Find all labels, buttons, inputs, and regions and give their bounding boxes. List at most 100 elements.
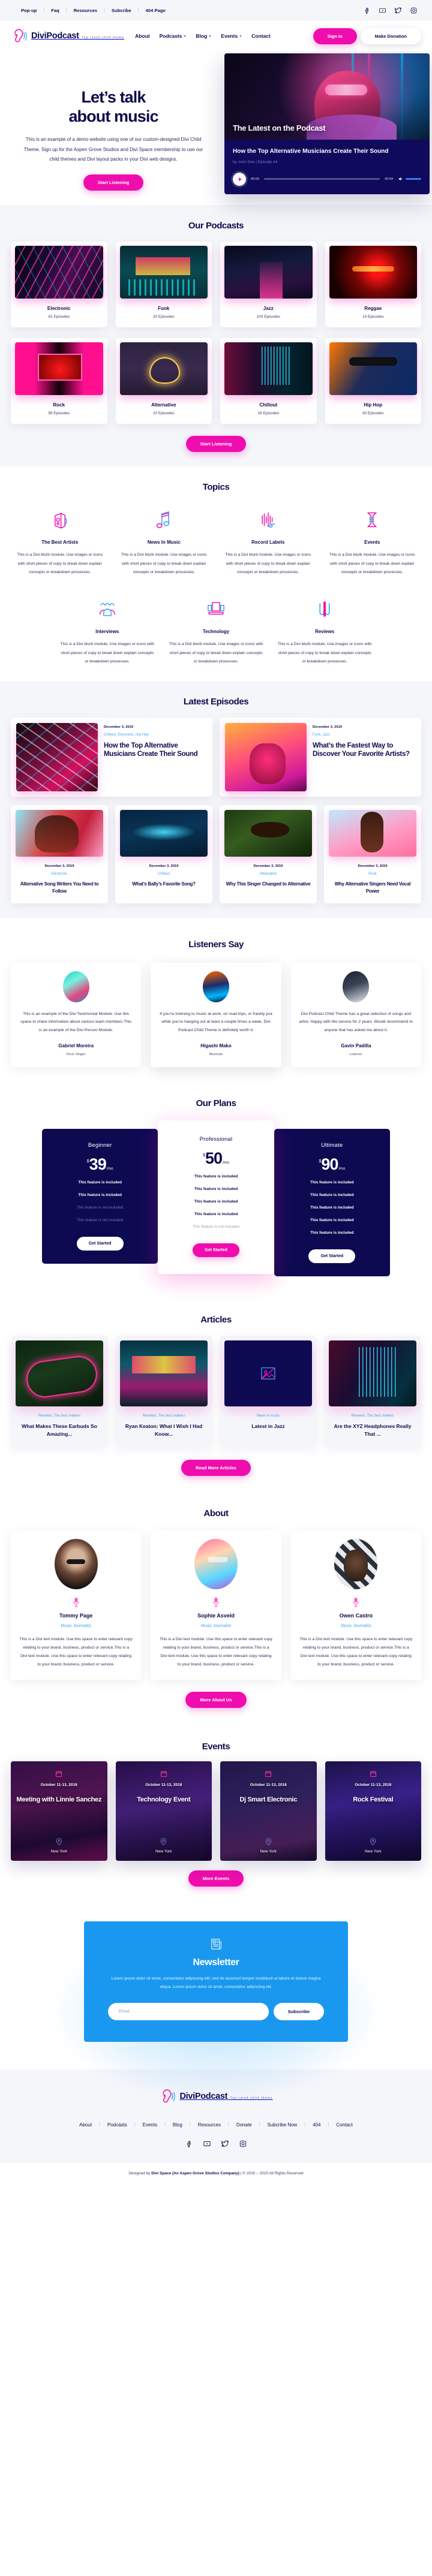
article-category[interactable]: Reviews, The best makers bbox=[120, 1414, 208, 1418]
more-events-button[interactable]: More Events bbox=[188, 1870, 244, 1887]
episode-categories[interactable]: Rock bbox=[329, 872, 416, 876]
nav-item-about[interactable]: About bbox=[130, 33, 155, 39]
play-icon[interactable] bbox=[233, 172, 246, 186]
top-link-404[interactable]: 404 Page bbox=[139, 8, 172, 13]
podcasts-cta-wrap: Start Listening bbox=[11, 436, 421, 453]
nav-item-blog[interactable]: Blog bbox=[191, 33, 216, 39]
event-card[interactable]: October 11-13, 2018 Rock Festival New Yo… bbox=[325, 1761, 421, 1861]
topic-item[interactable]: Reviews This is a Divi blurb module. Use… bbox=[274, 597, 376, 666]
volume-control[interactable] bbox=[398, 176, 421, 182]
episode-categories[interactable]: Electronic bbox=[16, 872, 103, 876]
article-title[interactable]: Latest in Jazz bbox=[224, 1423, 312, 1430]
episode-title[interactable]: How the Top Alternative Musicians Create… bbox=[104, 742, 205, 760]
facebook-icon[interactable] bbox=[363, 7, 371, 14]
article-category[interactable]: Reviews, The best makers bbox=[16, 1414, 103, 1418]
podcast-card[interactable]: Hip Hop 30 Episodes bbox=[325, 338, 421, 424]
more-about-us-button[interactable]: More About Us bbox=[185, 1692, 247, 1709]
top-link-subcribe[interactable]: Subcribe bbox=[105, 8, 138, 13]
footer-link-404[interactable]: 404 bbox=[305, 2122, 328, 2128]
person-bio: This is a Divi text module. Use this spa… bbox=[159, 1637, 273, 1667]
article-title[interactable]: Are the XYZ Headphones Really That ... bbox=[329, 1423, 416, 1438]
podcast-thumbnail bbox=[119, 246, 208, 299]
footer-link-contact[interactable]: Contact bbox=[329, 2122, 360, 2128]
start-listening-button[interactable]: Start Listening bbox=[83, 174, 144, 191]
newsletter-card: Newsletter Lorem ipsum dolor sit amet, c… bbox=[84, 1921, 348, 2042]
sign-in-button[interactable]: Sign In bbox=[313, 28, 357, 44]
email-field[interactable] bbox=[108, 2002, 269, 2020]
podcast-card[interactable]: Electronic 42 Episodes bbox=[11, 242, 107, 328]
subscribe-button[interactable]: Subscribe bbox=[273, 2002, 324, 2020]
make-donation-button[interactable]: Make Donation bbox=[360, 28, 421, 44]
episode-categories[interactable]: Chillout, Electronic, Hip Hop bbox=[104, 733, 205, 737]
article-card[interactable]: News in music Latest in Jazz bbox=[220, 1335, 317, 1448]
episode-card[interactable]: December 3, 2019 Electronic Alternative … bbox=[11, 805, 108, 903]
top-link-resources[interactable]: Resources bbox=[67, 8, 104, 13]
volume-slider[interactable] bbox=[406, 178, 421, 180]
footer-link-blog[interactable]: Blog bbox=[166, 2122, 190, 2128]
event-card[interactable]: October 11-13, 2018 Meeting with Linnie … bbox=[11, 1761, 107, 1861]
instagram-icon[interactable] bbox=[410, 7, 418, 14]
event-card[interactable]: October 11-13, 2018 Dj Smart Electronic … bbox=[220, 1761, 317, 1861]
get-started-button[interactable]: Get Started bbox=[308, 1249, 356, 1263]
instagram-icon[interactable] bbox=[239, 2140, 247, 2151]
topic-item[interactable]: Interviews This is a Divi blurb module. … bbox=[56, 597, 158, 666]
article-card[interactable]: Reviews, The best makers What Makes Thes… bbox=[11, 1335, 108, 1448]
top-link-popup[interactable]: Pop-up bbox=[14, 8, 43, 13]
topic-item[interactable]: Record Labels This is a Divi blurb modul… bbox=[219, 508, 317, 577]
episode-card[interactable]: December 3, 2019 Chillout, Electronic, H… bbox=[11, 717, 212, 797]
article-category[interactable]: Reviews, The best makers bbox=[329, 1414, 416, 1418]
episode-card[interactable]: December 3, 2019 Altrenative Why This Si… bbox=[220, 805, 317, 903]
article-title[interactable]: Ryan Keaton: What I Wish I Had Know... bbox=[120, 1423, 208, 1438]
topic-item[interactable]: Events This is a Divi blurb module. Use … bbox=[323, 508, 422, 577]
youtube-icon[interactable] bbox=[379, 7, 386, 14]
podcast-card[interactable]: Rock 56 Episodes bbox=[11, 338, 107, 424]
podcasts-start-listening-button[interactable]: Start Listening bbox=[185, 436, 247, 453]
nav-item-events[interactable]: Events bbox=[216, 33, 247, 39]
podcasts-title: Our Podcasts bbox=[188, 221, 244, 231]
footer-link-events[interactable]: Events bbox=[136, 2122, 164, 2128]
youtube-icon[interactable] bbox=[203, 2140, 211, 2151]
episode-categories[interactable]: Chillout bbox=[120, 872, 208, 876]
footer-link-subcribe-now[interactable]: Subcribe Now bbox=[260, 2122, 304, 2128]
player-progress-slider[interactable] bbox=[263, 178, 380, 180]
episode-title[interactable]: Alternative Song Writers You Need to Fol… bbox=[16, 881, 103, 895]
podcast-card[interactable]: Reggae 14 Episodes bbox=[325, 242, 421, 328]
episode-card[interactable]: December 3, 2019 Rock Why Alternative Si… bbox=[324, 805, 421, 903]
twitter-icon[interactable] bbox=[221, 2140, 229, 2151]
podcast-card[interactable]: Jazz 100 Episodes bbox=[220, 242, 317, 328]
episode-title[interactable]: Why This Singer Changed to Alternative bbox=[224, 881, 312, 888]
footer-link-about[interactable]: About bbox=[72, 2122, 99, 2128]
article-card[interactable]: Reviews, The best makers Are the XYZ Hea… bbox=[324, 1335, 421, 1448]
podcast-card[interactable]: Funk 20 Episodes bbox=[115, 242, 212, 328]
footer-link-resources[interactable]: Resources bbox=[191, 2122, 228, 2128]
logo-link[interactable]: DiviPodcast Top rated child theme bbox=[11, 27, 124, 45]
plan-period: /mo bbox=[106, 1166, 113, 1171]
episode-card[interactable]: December 3, 2019 Funk, Jazz What’s the F… bbox=[220, 717, 421, 797]
topic-item[interactable]: The Best Artists This is a Divi blurb mo… bbox=[11, 508, 109, 577]
article-category[interactable]: News in music bbox=[224, 1414, 312, 1418]
podcast-card[interactable]: Chillout 18 Episodes bbox=[220, 338, 317, 424]
top-link-faq[interactable]: Faq bbox=[44, 8, 66, 13]
podcast-card[interactable]: Alternative 20 Episodes bbox=[115, 338, 212, 424]
topic-item[interactable]: Technology This is a Divi blurb module. … bbox=[164, 597, 267, 666]
event-card[interactable]: October 11-13, 2018 Technology Event New… bbox=[115, 1761, 212, 1861]
episode-card[interactable]: December 3, 2019 Chillout What’s Bally’s… bbox=[115, 805, 212, 903]
nav-item-podcasts[interactable]: Podcasts bbox=[155, 33, 191, 39]
get-started-button[interactable]: Get Started bbox=[193, 1243, 239, 1257]
twitter-icon[interactable] bbox=[394, 7, 402, 14]
footer-link-podcasts[interactable]: Podcasts bbox=[100, 2122, 134, 2128]
footer-link-donate[interactable]: Donate bbox=[229, 2122, 259, 2128]
topic-item[interactable]: News In Music This is a Divi blurb modul… bbox=[115, 508, 214, 577]
nav-item-contact[interactable]: Contact bbox=[247, 33, 275, 39]
episode-title[interactable]: What’s the Fastest Way to Discover Your … bbox=[313, 742, 413, 760]
article-card[interactable]: Reviews, The best makers Ryan Keaton: Wh… bbox=[115, 1335, 212, 1448]
read-more-articles-button[interactable]: Read More Articles bbox=[181, 1459, 251, 1476]
get-started-button[interactable]: Get Started bbox=[76, 1236, 124, 1251]
facebook-icon[interactable] bbox=[185, 2140, 193, 2151]
episode-thumbnail bbox=[16, 722, 98, 791]
article-title[interactable]: What Makes These Earbuds So Amazing... bbox=[16, 1423, 103, 1438]
episode-categories[interactable]: Altrenative bbox=[224, 872, 312, 876]
episode-title[interactable]: What’s Bally’s Favorite Song? bbox=[120, 881, 208, 888]
episode-categories[interactable]: Funk, Jazz bbox=[313, 733, 413, 737]
episode-title[interactable]: Why Alternative Singers Need Vocal Power bbox=[329, 881, 416, 895]
